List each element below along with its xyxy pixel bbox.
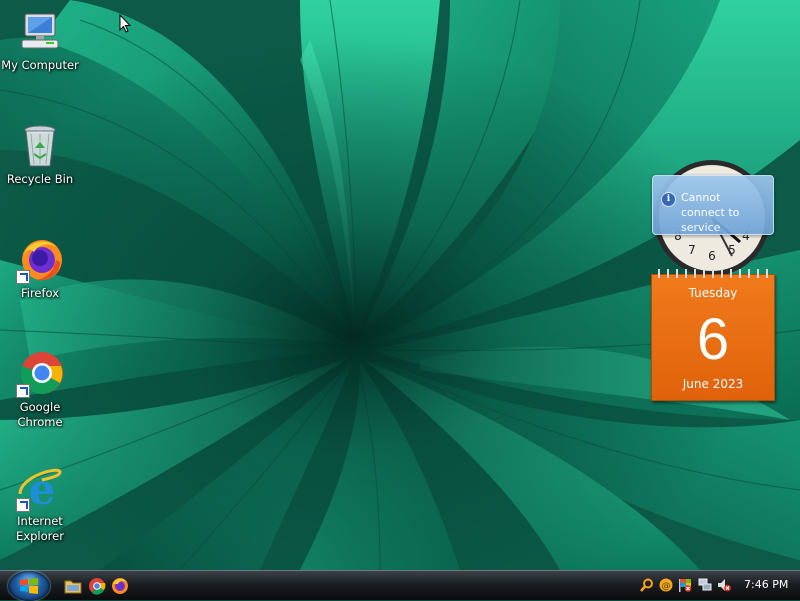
windows-logo-icon [20,578,38,594]
svg-text:6: 6 [708,249,716,263]
internet-explorer-icon: e [16,464,64,514]
calendar-weekday: Tuesday [688,286,738,300]
folder-icon[interactable] [64,577,82,595]
svg-text:7: 7 [688,243,696,257]
shortcut-arrow-icon [16,270,30,284]
calendar-month-year: June 2023 [682,377,744,391]
firefox-icon[interactable] [111,577,129,595]
desktop-icon-google-chrome[interactable]: Google Chrome [0,350,80,430]
desktop-icon-label: Recycle Bin [6,172,74,186]
shortcut-arrow-icon [16,498,30,512]
shortcut-arrow-icon [16,384,30,398]
desktop-icon-label: Firefox [20,286,60,300]
calendar-page: Tuesday 6 June 2023 [651,274,775,401]
taskbar-clock[interactable]: 7:46 PM [744,578,788,591]
desktop-icon-label: My Computer [1,58,79,72]
firefox-icon [16,236,64,284]
start-button[interactable] [8,571,50,601]
desktop-icon-firefox[interactable]: Firefox [0,236,80,301]
chrome-icon[interactable] [88,577,106,595]
flag-icon[interactable] [678,578,692,592]
calendar-day: 6 [696,307,730,372]
desktop-icon-label: Google Chrome [17,400,63,429]
mouse-cursor-icon [119,14,132,33]
chrome-icon [16,350,64,398]
desktop-icon-internet-explorer[interactable]: e Internet Explorer [0,464,80,544]
svg-text:@: @ [662,582,671,592]
network-icon[interactable] [698,578,712,592]
volume-muted-icon[interactable] [717,578,731,592]
desktop-icon-recycle-bin[interactable]: Recycle Bin [0,122,80,187]
update-icon[interactable]: @ [659,578,673,592]
calendar-gadget[interactable]: Tuesday 6 June 2023 [651,266,775,401]
info-icon: i [661,192,676,207]
calendar-rings [658,269,768,278]
search-icon[interactable] [640,578,654,592]
gadget-error-popup[interactable]: i Cannot connect to service [652,175,774,235]
recycle-bin-icon [16,122,64,170]
popup-message: Cannot connect to service [681,191,740,234]
desktop-icon-label: Internet Explorer [16,514,64,543]
computer-icon [16,8,64,56]
desktop-icon-my-computer[interactable]: My Computer [0,8,80,73]
